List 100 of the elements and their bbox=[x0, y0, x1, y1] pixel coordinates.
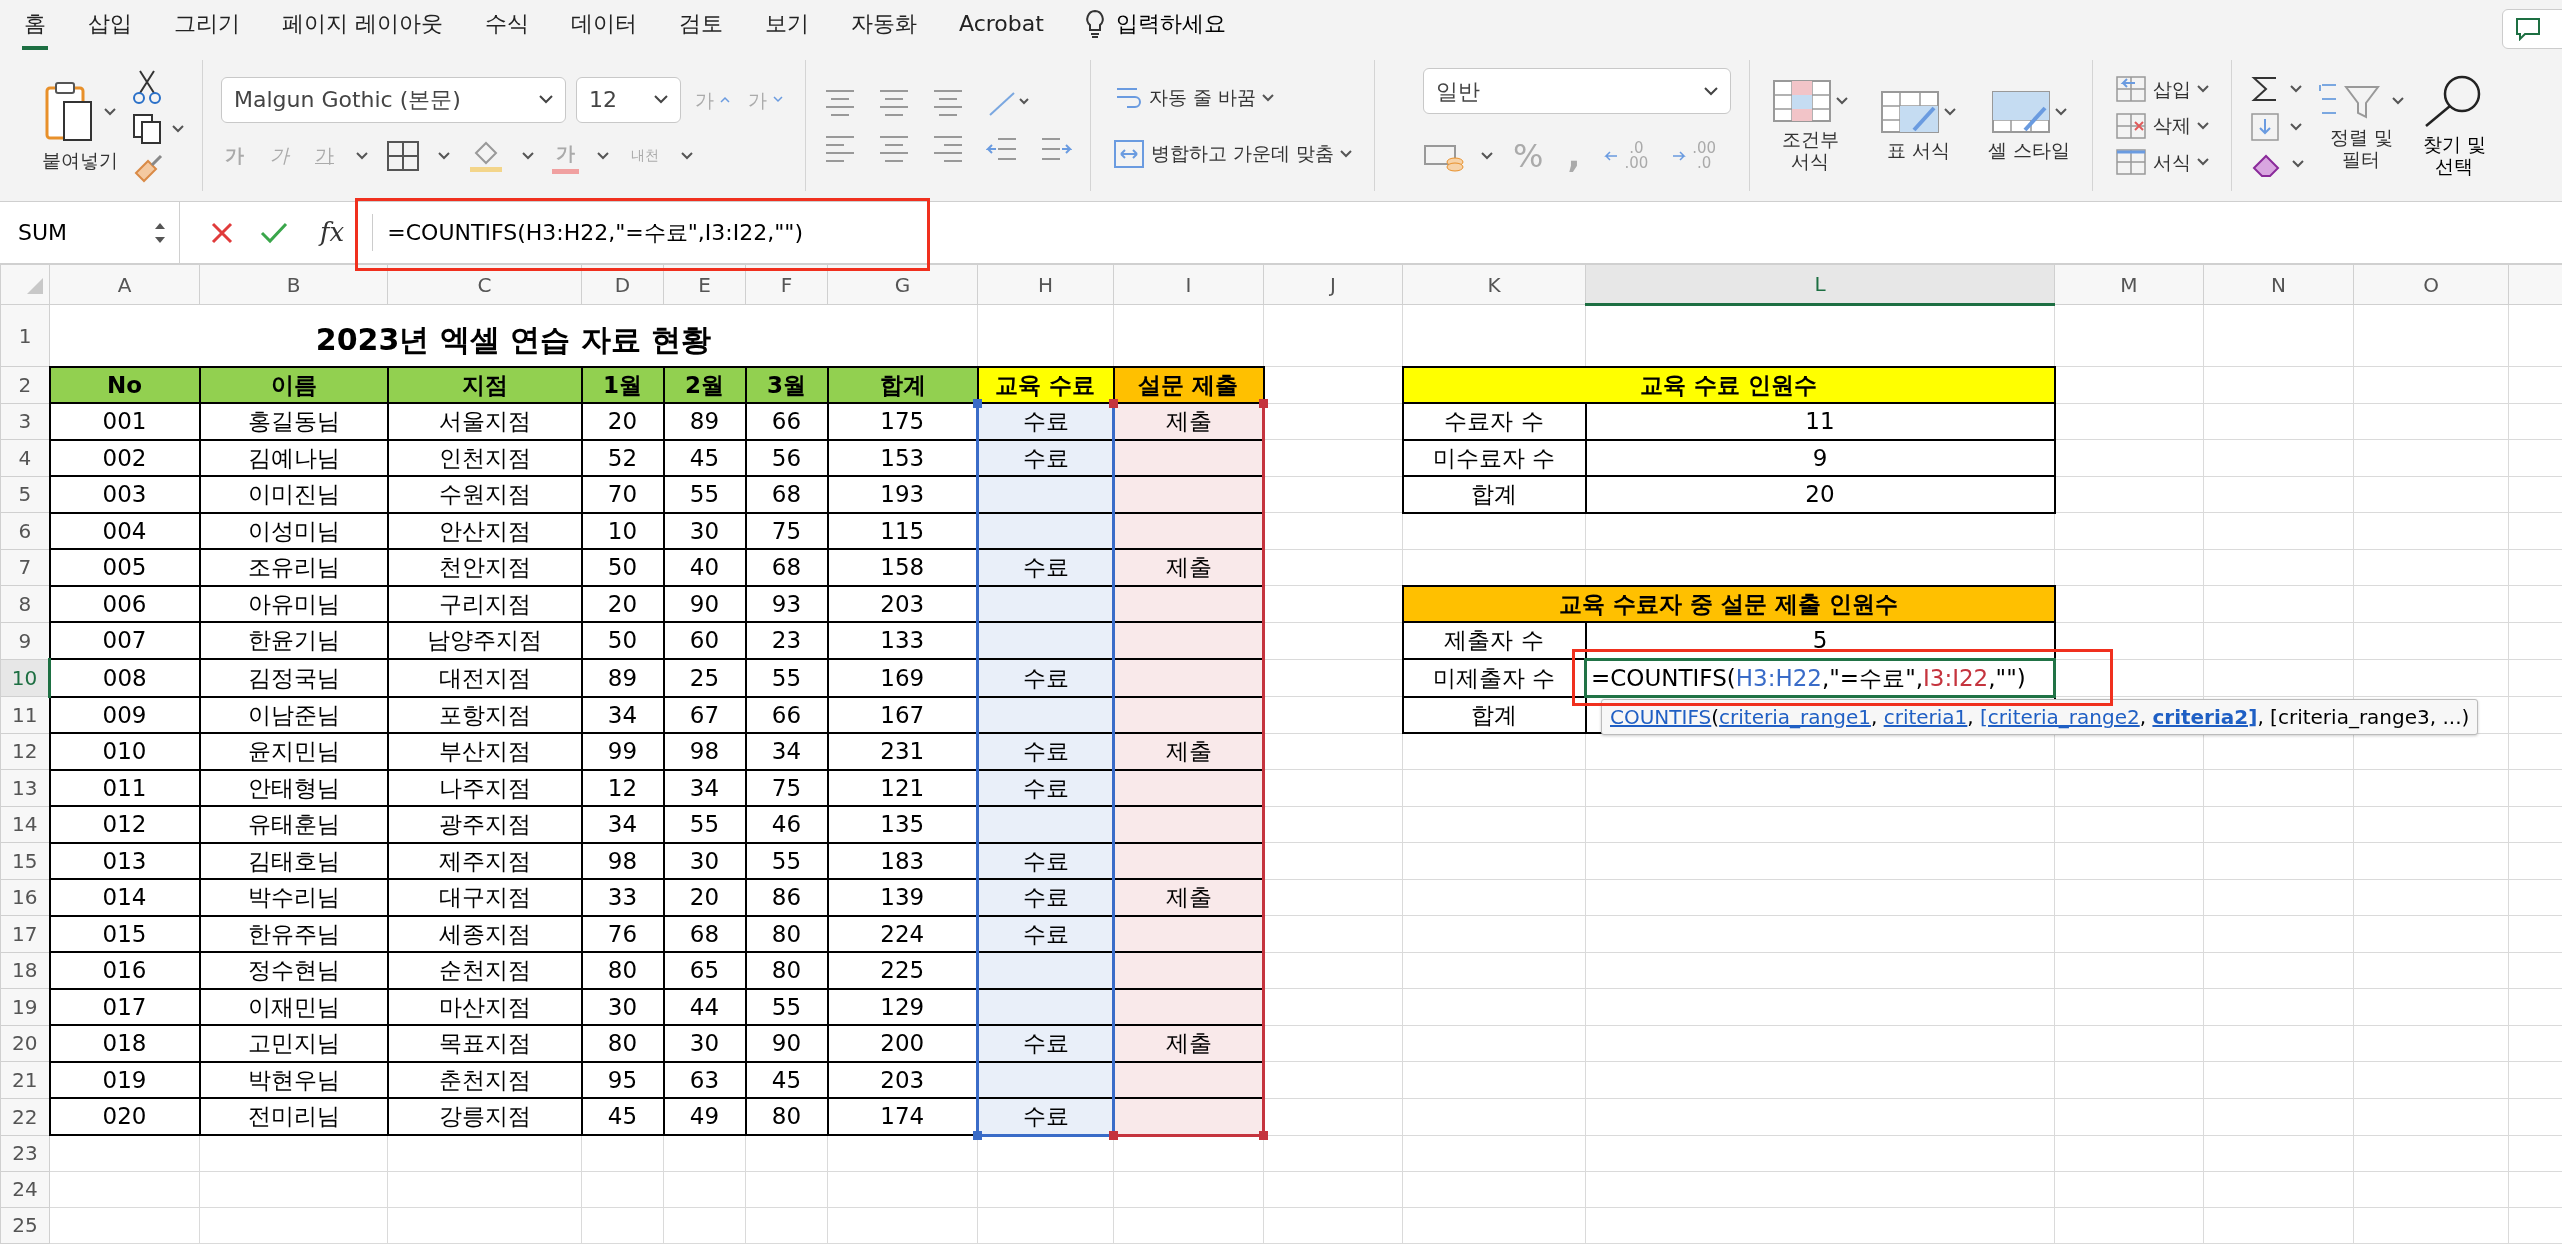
column-header[interactable]: A bbox=[49, 264, 200, 305]
name-box[interactable]: SUM bbox=[0, 202, 180, 263]
ribbon-tab[interactable]: 데이터 bbox=[569, 3, 639, 50]
styles-button[interactable]: 조건부 서식 bbox=[1768, 76, 1853, 175]
caret-icon[interactable] bbox=[1340, 149, 1353, 158]
caret-icon[interactable] bbox=[438, 151, 450, 160]
merge-center-button[interactable]: 병합하고 가운데 맞춤 bbox=[1109, 136, 1357, 171]
styles-button[interactable]: 셀 스타일 bbox=[1984, 87, 2075, 164]
row-header[interactable]: 23 bbox=[0, 1135, 50, 1171]
paste-button[interactable]: 붙여넣기 bbox=[38, 77, 122, 174]
column-header[interactable]: O bbox=[2353, 264, 2509, 305]
copy-icon[interactable] bbox=[132, 112, 162, 145]
borders-icon[interactable] bbox=[386, 139, 420, 172]
wrap-text-button[interactable]: 자동 줄 바꿈 bbox=[1109, 80, 1357, 115]
styles-button[interactable]: 표 서식 bbox=[1876, 87, 1961, 164]
ribbon-tab[interactable]: 자동화 bbox=[849, 3, 919, 50]
column-header[interactable]: H bbox=[977, 264, 1114, 305]
sort-filter-button[interactable]: 정렬 및 필터 bbox=[2314, 78, 2409, 173]
range-handle[interactable] bbox=[1259, 1130, 1268, 1140]
column-header[interactable]: G bbox=[827, 264, 978, 305]
cells-format-button[interactable]: 서식 bbox=[2111, 145, 2214, 179]
argument-link[interactable]: criteria2] bbox=[2152, 705, 2258, 729]
cells-delete-button[interactable]: 삭제 bbox=[2111, 109, 2214, 142]
ribbon-tab[interactable]: Acrobat bbox=[957, 3, 1046, 50]
find-select-button[interactable]: 찾기 및 선택 bbox=[2418, 71, 2491, 180]
row-header[interactable]: 8 bbox=[0, 585, 50, 622]
caret-icon[interactable] bbox=[2290, 84, 2303, 93]
ribbon-tab[interactable]: 삽입 bbox=[86, 3, 134, 50]
row-header[interactable]: 13 bbox=[0, 769, 50, 806]
row-header[interactable]: 19 bbox=[0, 988, 50, 1025]
number-format-field[interactable]: 일반 bbox=[1423, 68, 1732, 114]
argument-link[interactable]: criteria_range1 bbox=[1719, 705, 1871, 729]
row-header[interactable]: 5 bbox=[0, 476, 50, 513]
caret-icon[interactable] bbox=[104, 107, 116, 116]
fill-down-icon[interactable] bbox=[2250, 111, 2281, 142]
argument-link[interactable]: criteria1 bbox=[1883, 705, 1968, 729]
column-header[interactable]: N bbox=[2203, 264, 2354, 305]
cancel-icon[interactable] bbox=[210, 220, 234, 245]
column-header[interactable]: I bbox=[1113, 264, 1264, 305]
column-header[interactable]: L bbox=[1585, 264, 2055, 305]
caret-icon[interactable] bbox=[2392, 96, 2405, 105]
caret-icon[interactable] bbox=[2197, 121, 2210, 130]
row-header[interactable]: 22 bbox=[0, 1098, 50, 1135]
range-handle[interactable] bbox=[973, 399, 982, 408]
row-header[interactable]: 18 bbox=[0, 952, 50, 989]
caret-icon[interactable] bbox=[172, 124, 184, 133]
tell-me-text[interactable]: 입력하세요 bbox=[1115, 7, 1226, 40]
argument-link[interactable]: [criteria_range2 bbox=[1980, 705, 2140, 729]
row-header[interactable]: 14 bbox=[0, 806, 50, 843]
caret-icon[interactable] bbox=[681, 151, 693, 160]
insert-function-button[interactable]: fx bbox=[314, 212, 351, 253]
ribbon-tab[interactable]: 페이지 레이아웃 bbox=[280, 3, 445, 50]
row-header[interactable]: 7 bbox=[0, 549, 50, 586]
summary-label: 수료자 수 bbox=[1402, 403, 1586, 440]
row-header[interactable]: 3 bbox=[0, 403, 50, 440]
caret-icon[interactable] bbox=[1944, 107, 1957, 116]
row-header[interactable]: 24 bbox=[0, 1171, 50, 1207]
column-header[interactable]: J bbox=[1263, 264, 1403, 305]
row-header[interactable]: 12 bbox=[0, 733, 50, 770]
formula-field[interactable]: =COUNTIFS(H3:H22,"=수료",I3:I22,"") bbox=[372, 214, 804, 251]
row-header[interactable]: 25 bbox=[0, 1207, 50, 1243]
row-header[interactable]: 2 bbox=[0, 366, 50, 403]
range-handle[interactable] bbox=[1259, 399, 1268, 408]
caret-icon[interactable] bbox=[522, 151, 534, 160]
ribbon-tab[interactable]: 검토 bbox=[677, 3, 725, 50]
row-header[interactable]: 9 bbox=[0, 622, 50, 659]
caret-icon[interactable] bbox=[1836, 96, 1849, 105]
row-header[interactable]: 16 bbox=[0, 879, 50, 916]
row-header[interactable]: 20 bbox=[0, 1025, 50, 1062]
caret-icon[interactable] bbox=[2055, 107, 2068, 116]
row-header[interactable]: 6 bbox=[0, 512, 50, 549]
caret-icon[interactable] bbox=[1481, 151, 1494, 160]
caret-icon[interactable] bbox=[1262, 93, 1275, 102]
argument-link[interactable]: COUNTIFS bbox=[1610, 705, 1712, 729]
column-header[interactable]: B bbox=[199, 264, 388, 305]
caret-icon[interactable] bbox=[356, 151, 368, 160]
ribbon-tab[interactable]: 수식 bbox=[483, 3, 531, 50]
ribbon-tab[interactable]: 보기 bbox=[763, 3, 811, 50]
format-painter-icon[interactable] bbox=[132, 152, 164, 183]
caret-icon[interactable] bbox=[2292, 159, 2305, 168]
scissors-icon[interactable] bbox=[132, 68, 162, 105]
row-header[interactable]: 11 bbox=[0, 696, 50, 733]
caret-icon[interactable] bbox=[2197, 158, 2210, 166]
caret-icon[interactable] bbox=[2197, 85, 2210, 93]
range-handle[interactable] bbox=[973, 1130, 982, 1140]
enter-check-icon[interactable] bbox=[260, 220, 288, 245]
caret-icon[interactable] bbox=[2290, 122, 2303, 131]
font-size-field[interactable]: 12 bbox=[576, 76, 681, 123]
column-header[interactable]: K bbox=[1402, 264, 1586, 305]
caret-icon[interactable] bbox=[597, 151, 609, 160]
row-header[interactable]: 10 bbox=[0, 659, 50, 697]
row-header[interactable]: 17 bbox=[0, 915, 50, 952]
row-header[interactable]: 4 bbox=[0, 439, 50, 476]
ribbon-tab[interactable]: 그리기 bbox=[172, 3, 242, 50]
row-header[interactable]: 21 bbox=[0, 1061, 50, 1098]
column-header[interactable]: M bbox=[2054, 264, 2204, 305]
row-header[interactable]: 15 bbox=[0, 842, 50, 879]
cells-insert-button[interactable]: 삽입 bbox=[2111, 72, 2214, 106]
font-name-field[interactable]: Malgun Gothic (본문) bbox=[221, 76, 566, 123]
row-header[interactable]: 1 bbox=[0, 304, 50, 367]
